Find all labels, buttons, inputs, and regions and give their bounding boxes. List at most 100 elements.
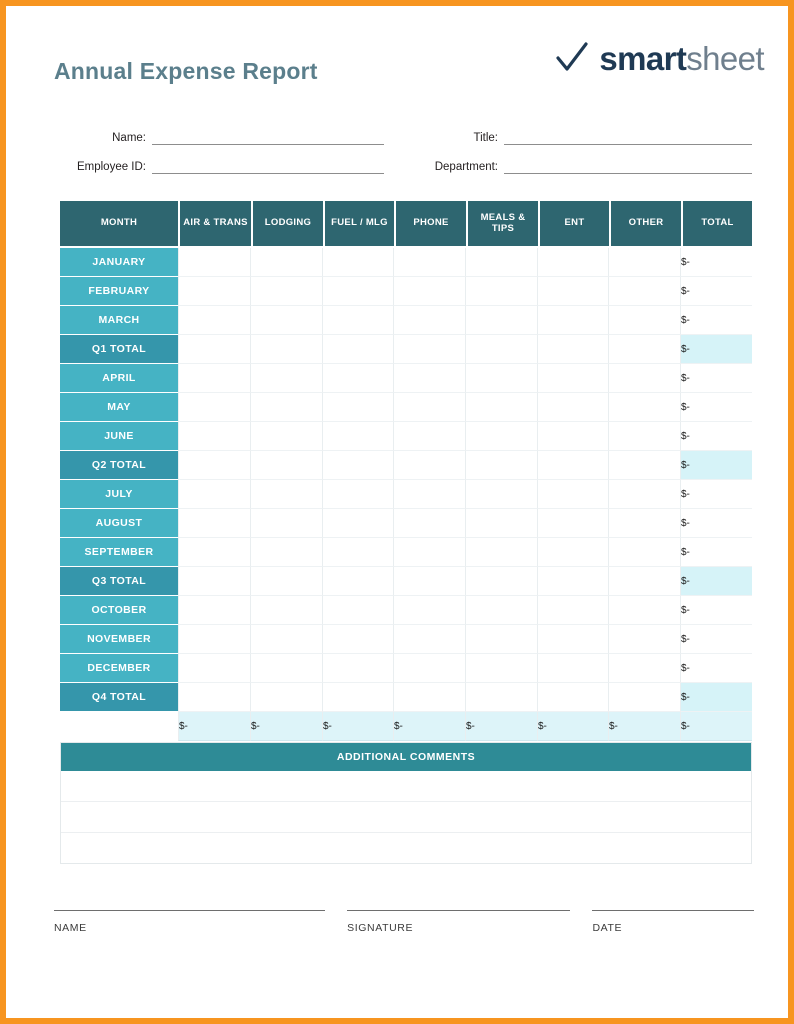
expense-cell[interactable] <box>251 654 323 683</box>
expense-cell[interactable] <box>178 509 251 538</box>
comments-line[interactable] <box>61 833 751 863</box>
expense-cell[interactable] <box>178 335 251 364</box>
expense-cell[interactable] <box>609 509 681 538</box>
expense-cell[interactable] <box>466 538 538 567</box>
expense-cell[interactable] <box>394 683 466 712</box>
expense-cell[interactable] <box>609 654 681 683</box>
expense-cell[interactable] <box>466 480 538 509</box>
expense-cell[interactable] <box>394 509 466 538</box>
expense-cell[interactable] <box>178 306 251 335</box>
expense-cell[interactable] <box>466 451 538 480</box>
expense-cell[interactable] <box>609 422 681 451</box>
expense-cell[interactable] <box>178 277 251 306</box>
expense-cell[interactable] <box>323 248 394 277</box>
expense-cell[interactable] <box>178 654 251 683</box>
expense-cell[interactable] <box>394 277 466 306</box>
expense-cell[interactable] <box>466 335 538 364</box>
expense-cell[interactable] <box>466 422 538 451</box>
expense-cell[interactable]: $- <box>394 712 466 741</box>
expense-cell[interactable] <box>251 306 323 335</box>
expense-cell[interactable] <box>323 364 394 393</box>
expense-cell[interactable] <box>178 538 251 567</box>
expense-cell[interactable] <box>251 538 323 567</box>
expense-cell[interactable]: $- <box>323 712 394 741</box>
comments-line[interactable] <box>61 771 751 802</box>
name-input[interactable] <box>152 130 384 145</box>
expense-cell[interactable] <box>609 364 681 393</box>
expense-cell[interactable] <box>178 480 251 509</box>
expense-cell[interactable] <box>394 335 466 364</box>
expense-cell[interactable] <box>251 248 323 277</box>
expense-cell[interactable] <box>251 277 323 306</box>
expense-cell[interactable] <box>538 683 609 712</box>
expense-cell[interactable] <box>251 625 323 654</box>
expense-cell[interactable] <box>251 567 323 596</box>
expense-cell[interactable] <box>323 567 394 596</box>
expense-cell[interactable] <box>609 538 681 567</box>
signature-name-input[interactable] <box>54 894 326 911</box>
expense-cell[interactable] <box>394 451 466 480</box>
expense-cell[interactable] <box>609 480 681 509</box>
expense-cell[interactable] <box>394 567 466 596</box>
expense-cell[interactable] <box>323 451 394 480</box>
expense-cell[interactable] <box>466 683 538 712</box>
expense-cell[interactable] <box>609 393 681 422</box>
expense-cell[interactable] <box>251 364 323 393</box>
expense-cell[interactable] <box>466 306 538 335</box>
expense-cell[interactable] <box>251 451 323 480</box>
expense-cell[interactable] <box>609 625 681 654</box>
expense-cell[interactable] <box>323 480 394 509</box>
expense-cell[interactable] <box>538 393 609 422</box>
expense-cell[interactable] <box>394 538 466 567</box>
expense-cell[interactable] <box>466 364 538 393</box>
expense-cell[interactable] <box>466 393 538 422</box>
expense-cell[interactable]: $- <box>178 712 251 741</box>
expense-cell[interactable] <box>178 625 251 654</box>
expense-cell[interactable] <box>394 393 466 422</box>
employee-id-input[interactable] <box>152 159 384 174</box>
expense-cell[interactable] <box>251 393 323 422</box>
expense-cell[interactable] <box>394 422 466 451</box>
expense-cell[interactable] <box>178 596 251 625</box>
expense-cell[interactable] <box>178 422 251 451</box>
expense-cell[interactable] <box>538 480 609 509</box>
expense-cell[interactable] <box>323 393 394 422</box>
expense-cell[interactable] <box>178 451 251 480</box>
signature-date-input[interactable] <box>592 894 754 911</box>
expense-cell[interactable] <box>609 683 681 712</box>
expense-cell[interactable] <box>323 335 394 364</box>
expense-cell[interactable] <box>394 596 466 625</box>
expense-cell[interactable] <box>323 596 394 625</box>
expense-cell[interactable] <box>538 625 609 654</box>
expense-cell[interactable] <box>178 364 251 393</box>
expense-cell[interactable] <box>394 654 466 683</box>
expense-cell[interactable] <box>538 538 609 567</box>
expense-cell[interactable] <box>538 422 609 451</box>
expense-cell[interactable] <box>323 306 394 335</box>
expense-cell[interactable] <box>466 625 538 654</box>
expense-cell[interactable] <box>609 306 681 335</box>
expense-cell[interactable] <box>538 364 609 393</box>
expense-cell[interactable] <box>394 480 466 509</box>
expense-cell[interactable] <box>394 248 466 277</box>
comments-line[interactable] <box>61 802 751 833</box>
expense-cell[interactable] <box>538 654 609 683</box>
expense-cell[interactable] <box>251 509 323 538</box>
expense-cell[interactable] <box>178 683 251 712</box>
expense-cell[interactable] <box>394 306 466 335</box>
expense-cell[interactable] <box>178 393 251 422</box>
expense-cell[interactable]: $- <box>251 712 323 741</box>
expense-cell[interactable] <box>323 422 394 451</box>
expense-cell[interactable] <box>323 277 394 306</box>
expense-cell[interactable] <box>323 538 394 567</box>
expense-cell[interactable] <box>394 364 466 393</box>
expense-cell[interactable] <box>609 596 681 625</box>
expense-cell[interactable] <box>251 683 323 712</box>
expense-cell[interactable] <box>323 625 394 654</box>
department-input[interactable] <box>504 159 752 174</box>
title-input[interactable] <box>504 130 752 145</box>
expense-cell[interactable] <box>466 509 538 538</box>
expense-cell[interactable] <box>251 422 323 451</box>
signature-input[interactable] <box>347 894 571 911</box>
expense-cell[interactable] <box>538 509 609 538</box>
